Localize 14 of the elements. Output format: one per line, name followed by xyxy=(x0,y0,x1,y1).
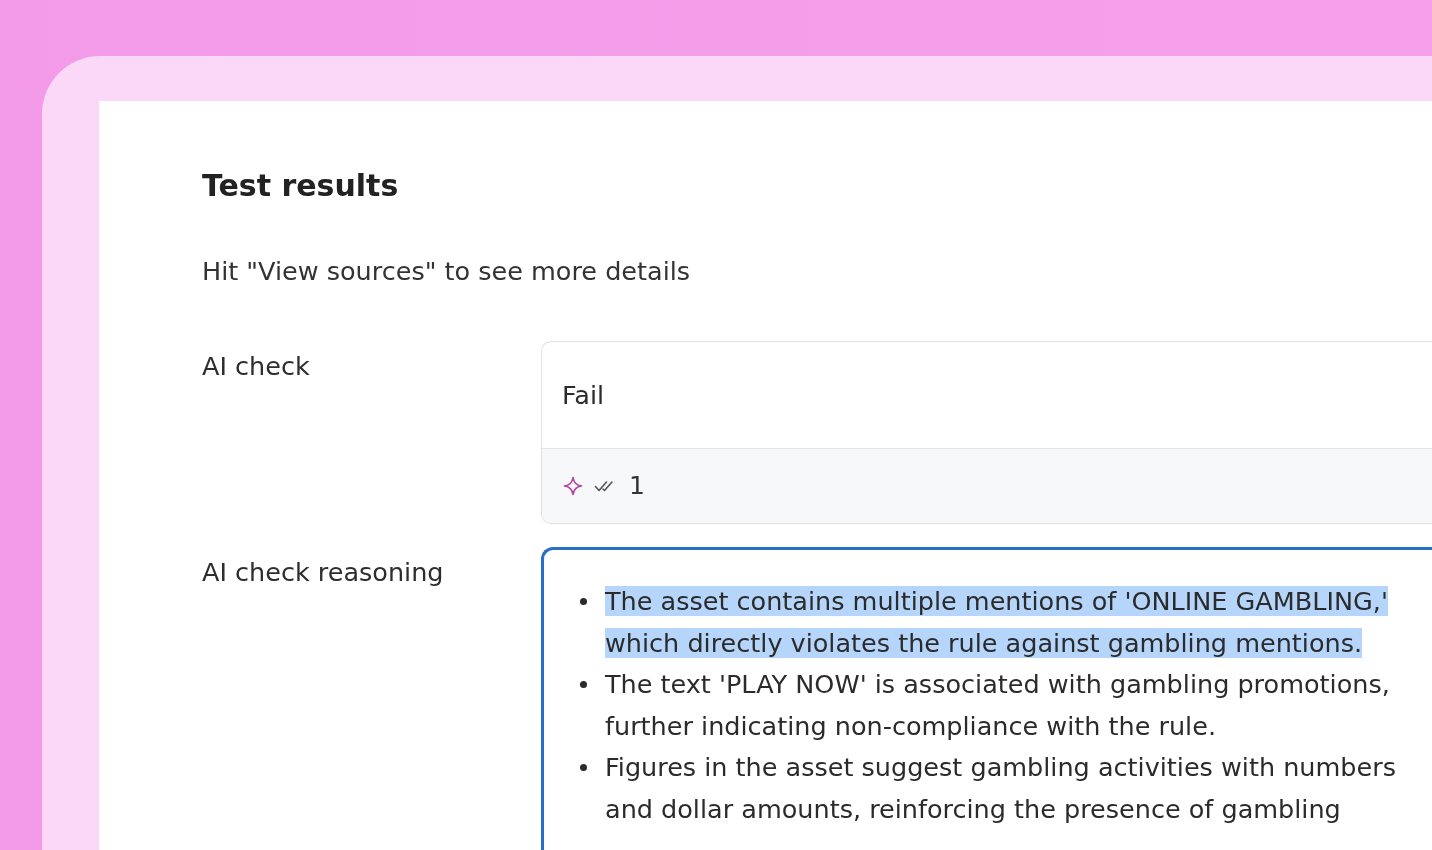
field-label: AI check reasoning xyxy=(202,556,444,589)
bullet-icon xyxy=(580,681,587,688)
sparkle-icon xyxy=(563,476,583,496)
check-count: 1 xyxy=(629,471,645,501)
result-value: Fail xyxy=(562,379,605,412)
reasoning-field[interactable] xyxy=(541,547,1432,850)
bullet-text: The asset contains multiple mentions of 'ONLINE GAMBLING,' which directly violates the rule against gambling mentions. xyxy=(605,585,1389,660)
bullet-icon xyxy=(580,764,587,771)
bullet-icon xyxy=(580,598,587,605)
bullet-text: The text 'PLAY NOW' is associated with gambling promotions, further indicating non-compliance with the rule. xyxy=(605,668,1391,743)
page-title: Test results xyxy=(202,168,399,204)
page-subtitle: Hit "View sources" to see more details xyxy=(202,255,691,288)
field-label: AI check xyxy=(202,350,310,383)
bullet-text: Figures in the asset suggest gambling activities with numbers and dollar amounts, reinforcing the presence of gambling xyxy=(605,751,1397,826)
